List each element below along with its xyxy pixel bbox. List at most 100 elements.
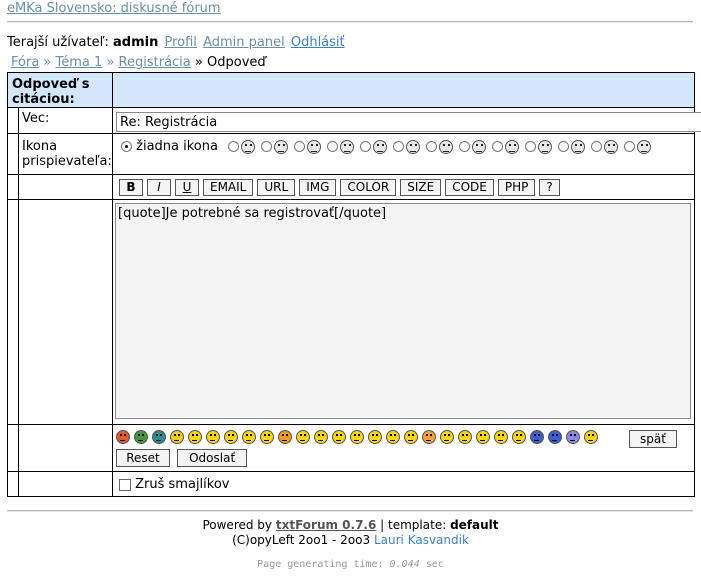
submit-button[interactable]: Odoslať [177, 449, 248, 467]
profile-link[interactable]: Profil [164, 35, 196, 50]
toolbar-img-button[interactable]: IMG [299, 179, 337, 196]
emoticon-icon[interactable] [260, 429, 274, 444]
emoticon-icon[interactable] [206, 429, 220, 444]
toolbar-php-button[interactable]: PHP [497, 179, 536, 196]
emoticon-icon[interactable] [314, 429, 328, 444]
breadcrumb-thread[interactable]: Registrácia [119, 55, 191, 70]
emoticon-icon[interactable] [530, 429, 544, 444]
logout-link[interactable]: Odhlásiť [291, 35, 345, 50]
icon-radio[interactable] [327, 141, 339, 152]
emoticon-icon[interactable] [422, 429, 436, 444]
icon-option[interactable] [261, 138, 289, 156]
emoticon-icon[interactable] [404, 429, 418, 444]
icon-option[interactable] [525, 138, 553, 156]
emoticon-icon[interactable] [584, 429, 598, 444]
icon-radio[interactable] [360, 141, 372, 152]
toolbar-color-button[interactable]: COLOR [340, 179, 397, 196]
toolbar-email-button[interactable]: EMAIL [203, 179, 254, 196]
site-title-link[interactable]: eMKa Slovensko: diskusné fórum [7, 1, 221, 16]
icon-option[interactable] [426, 138, 454, 156]
icon-radio[interactable] [426, 141, 438, 152]
footer-template-label: | template: [380, 518, 447, 532]
smiley-icon [637, 139, 652, 154]
reset-button[interactable]: Reset [116, 449, 170, 467]
toolbar-italic-button[interactable]: I [147, 179, 171, 196]
emoticon-icon[interactable] [332, 429, 346, 444]
emoticon-icon[interactable] [242, 429, 256, 444]
emoticon-icon[interactable] [386, 429, 400, 444]
icon-radio[interactable] [624, 141, 636, 152]
smiley-icon [472, 139, 487, 154]
icon-radio[interactable] [261, 141, 273, 152]
admin-panel-link[interactable]: Admin panel [203, 35, 285, 50]
emoticon-icon[interactable] [116, 429, 130, 444]
icon-option[interactable] [360, 138, 388, 156]
toolbar-bold-button[interactable]: B [119, 179, 143, 196]
breadcrumb-topic[interactable]: Téma 1 [56, 55, 103, 70]
emoticon-icon[interactable] [458, 429, 472, 444]
icon-option[interactable] [624, 138, 652, 156]
emoticon-icon[interactable] [152, 429, 166, 444]
disable-smilies-label: Zruš smajlíkov [135, 477, 230, 492]
toolbar-url-button[interactable]: URL [257, 179, 296, 196]
toolbar-size-button[interactable]: SIZE [400, 179, 442, 196]
author-link[interactable]: Lauri Kasvandik [374, 533, 469, 547]
emoticon-icon[interactable] [278, 429, 292, 444]
icon-option[interactable] [393, 138, 421, 156]
subject-label: Vec: [22, 111, 50, 126]
emoticon-icon[interactable] [440, 429, 454, 444]
emoticon-icon[interactable] [350, 429, 364, 444]
breadcrumb-forums[interactable]: Fóra [11, 55, 39, 70]
radio-none[interactable] [121, 141, 132, 152]
emoticon-icon[interactable] [548, 429, 562, 444]
form-title: Odpoveď s citáciou: [12, 77, 90, 107]
toolbar-underline-button[interactable]: U [175, 179, 199, 196]
gen-time-unit: sec [425, 559, 444, 570]
smiley-icon [241, 139, 256, 154]
toolbar-help-button[interactable]: ? [539, 179, 560, 196]
icon-option[interactable] [459, 138, 487, 156]
smiley-icon [373, 139, 388, 154]
icon-radio[interactable] [525, 141, 537, 152]
product-link[interactable]: txtForum 0.7.6 [276, 518, 376, 532]
icon-radio[interactable] [294, 141, 306, 152]
disable-smilies-checkbox[interactable] [119, 478, 131, 491]
icon-option[interactable] [558, 138, 586, 156]
current-user-label: Terajší užívateľ: [7, 35, 109, 50]
breadcrumb-current: Odpoveď [207, 55, 266, 70]
emoticon-icon[interactable] [494, 429, 508, 444]
user-bar: Terajší užívateľ: admin Profil Admin pan… [7, 35, 345, 50]
icon-none-label: žiadna ikona [136, 139, 218, 154]
icon-radio[interactable] [492, 141, 504, 152]
emoticon-icon[interactable] [296, 429, 310, 444]
emoticon-icon[interactable] [566, 429, 580, 444]
emoticon-icon[interactable] [170, 429, 184, 444]
smiley-icon [274, 139, 289, 154]
smiley-icon [340, 139, 355, 154]
message-textarea[interactable]: [quote]Je potrebné sa registrovať[/quote… [115, 203, 691, 419]
icon-radio[interactable] [558, 141, 570, 152]
emoticon-icon[interactable] [224, 429, 238, 444]
emoticon-icon[interactable] [476, 429, 490, 444]
breadcrumb-separator: » [106, 55, 115, 70]
subject-input[interactable] [116, 112, 701, 132]
icon-radio[interactable] [459, 141, 471, 152]
emoticon-icon[interactable] [134, 429, 148, 444]
icon-option[interactable] [327, 138, 355, 156]
emoticon-icon[interactable] [512, 429, 526, 444]
icon-option[interactable] [591, 138, 619, 156]
icon-radio[interactable] [591, 141, 603, 152]
smiley-icon [538, 139, 553, 154]
icon-option[interactable] [492, 138, 520, 156]
emoticon-icon[interactable] [188, 429, 202, 444]
icon-option[interactable] [228, 138, 256, 156]
icon-option[interactable] [294, 138, 322, 156]
back-button[interactable]: späť [629, 430, 677, 448]
footer-template-name: default [450, 518, 499, 532]
emoticon-icon[interactable] [368, 429, 382, 444]
icon-option-none[interactable]: žiadna ikona [121, 138, 218, 156]
current-user-name: admin [113, 35, 159, 50]
icon-radio[interactable] [393, 141, 405, 152]
icon-radio[interactable] [228, 141, 240, 152]
toolbar-code-button[interactable]: CODE [445, 179, 494, 196]
